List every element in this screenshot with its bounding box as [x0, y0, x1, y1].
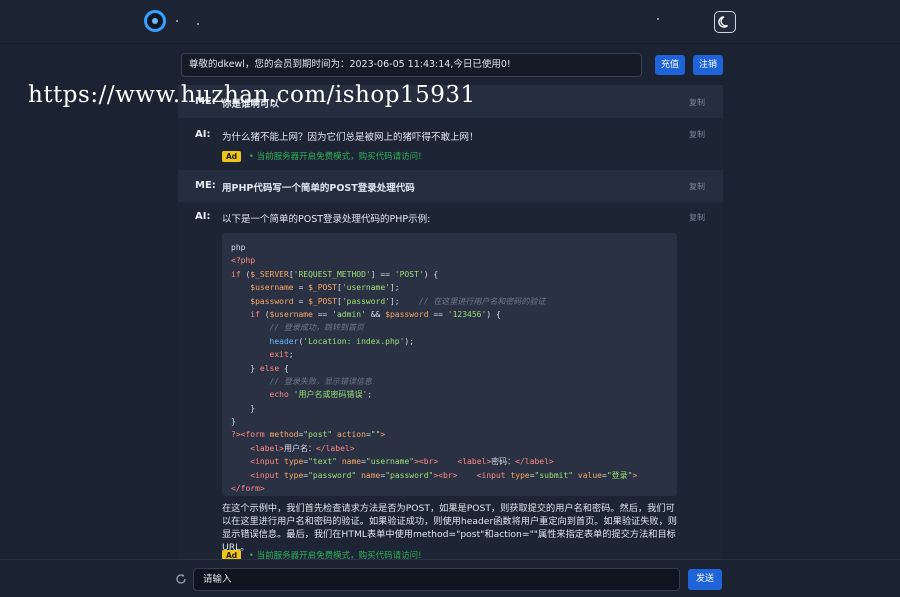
code-line: if ($_SERVER['REQUEST_METHOD'] == 'POST'… [231, 269, 439, 279]
chat-log[interactable]: ME: 你是谁啊可以 复制 AI: 为什么猪不能上网？因为它们总是被网上的猪吓得… [178, 85, 723, 559]
logout-button[interactable]: 注销 [693, 55, 723, 75]
ad-line[interactable]: Ad • 当前服务器开启免费模式，购买代码请访问! [222, 150, 422, 162]
ad-bullet: • [248, 152, 257, 162]
code-line: ?><form method="post" action=""> [231, 430, 386, 440]
ad-badge: Ad [222, 151, 242, 162]
code-line: php [231, 243, 246, 252]
code-line: } [231, 417, 236, 427]
code-line: if ($username == 'admin' && $password ==… [250, 309, 501, 319]
recharge-button[interactable]: 充值 [655, 55, 685, 75]
code-line: <label>用户名：</label> [250, 443, 355, 453]
moon-icon [718, 16, 728, 28]
composer-bar: 请输入 发送 [0, 559, 900, 597]
code-line: exit; [269, 350, 294, 360]
copy-button[interactable]: 复制 [689, 97, 705, 108]
code-line: echo '用户名或密码错误'; [269, 390, 373, 400]
theme-toggle-button[interactable] [714, 11, 736, 33]
ad-text[interactable]: 当前服务器开启免费模式，购买代码请访问! [257, 551, 422, 559]
explanation-paragraph: 在这个示例中，我们首先检查请求方法是否为POST，如果是POST，则获取提交的用… [222, 503, 677, 553]
ad-bullet: • [248, 551, 257, 559]
copy-button[interactable]: 复制 [689, 129, 705, 140]
ad-badge: Ad [222, 550, 242, 559]
code-line: header('Location: index.php'); [269, 336, 415, 346]
refresh-icon[interactable] [175, 573, 187, 585]
role-label: AI: [195, 211, 211, 222]
send-button[interactable]: 发送 [688, 569, 722, 590]
role-label: AI: [195, 129, 211, 140]
role-label: ME: [195, 180, 216, 191]
copy-button[interactable]: 复制 [689, 181, 705, 192]
message-text: 为什么猪不能上网？因为它们总是被网上的猪吓得不敢上网！ [222, 132, 479, 143]
top-bar [0, 0, 900, 44]
message-input[interactable]: 请输入 [193, 568, 680, 591]
code-line: <?php [231, 256, 256, 266]
code-line: // 登录成功，跳转到首页 [269, 323, 364, 333]
nav-dot [197, 23, 199, 25]
code-line: $password = $_POST['password']; // 在这里进行… [250, 296, 546, 306]
logo-icon[interactable] [144, 10, 166, 32]
message-user: ME: 用PHP代码写一个简单的POST登录处理代码 复制 [178, 170, 723, 202]
code-line: // 登录失败，显示错误信息 [269, 376, 372, 386]
membership-notice: 尊敬的dkewl，您的会员到期时间为：2023-06-05 11:43:14,今… [181, 53, 642, 77]
code-line: <input type="password" name="password"><… [250, 470, 638, 480]
message-text: 以下是一个简单的POST登录处理代码的PHP示例: [222, 214, 431, 225]
code-line: } else { [231, 363, 289, 373]
notice-row: 尊敬的dkewl，您的会员到期时间为：2023-06-05 11:43:14,今… [181, 53, 723, 77]
code-line: $username = $_POST['username']; [250, 283, 400, 293]
nav-dot [657, 18, 659, 20]
nav-dot [176, 20, 178, 22]
message-ai: AI: 为什么猪不能上网？因为它们总是被网上的猪吓得不敢上网！ 复制 Ad • … [178, 118, 723, 170]
code-line: <input type="text" name="username"><br> … [250, 457, 554, 467]
code-line: </form> [231, 484, 265, 494]
copy-button[interactable]: 复制 [689, 212, 705, 223]
ad-text[interactable]: 当前服务器开启免费模式，购买代码请访问! [257, 152, 422, 162]
message-text: 用PHP代码写一个简单的POST登录处理代码 [222, 183, 415, 194]
code-line: } [231, 403, 256, 413]
watermark-url: https://www.huzhan.com/ishop15931 [28, 82, 476, 108]
ad-line[interactable]: Ad • 当前服务器开启免费模式，购买代码请访问! [222, 549, 422, 559]
code-block[interactable]: php <?php if ($_SERVER['REQUEST_METHOD'] =… [222, 233, 677, 496]
message-ai: AI: 以下是一个简单的POST登录处理代码的PHP示例: 复制 php <?ph… [178, 202, 723, 559]
